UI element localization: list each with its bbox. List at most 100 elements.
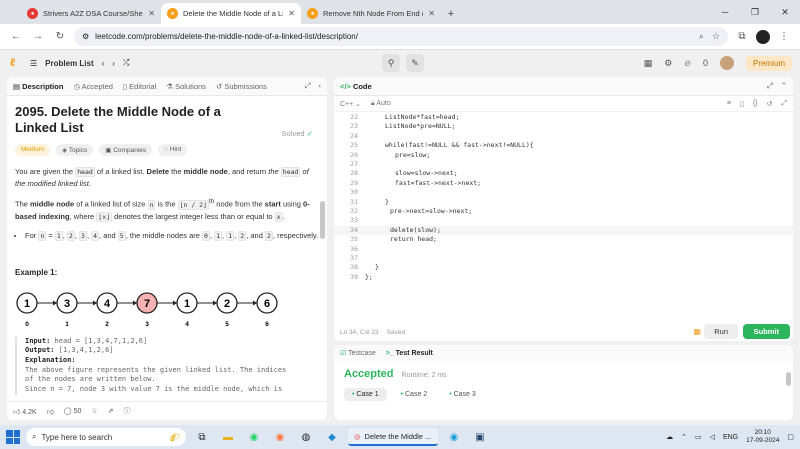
volume-icon[interactable]: ◁ [710, 433, 715, 441]
reload-icon[interactable]: ↻ [52, 29, 68, 45]
companies-badge[interactable]: ▣ Companies [99, 144, 153, 156]
tab-description[interactable]: ▤ Description [13, 82, 63, 91]
profile-avatar[interactable] [756, 29, 770, 44]
topics-badge[interactable]: ◈ Topics [56, 144, 94, 156]
browser-tab-2[interactable]: ● Remove Nth Node From End of ✕ [301, 3, 441, 24]
notification-icon[interactable]: ▢ [787, 433, 794, 441]
submit-button[interactable]: Submit [742, 324, 790, 339]
problem-list-icon[interactable]: ☰ [30, 59, 37, 68]
case-tab-1[interactable]: • Case 1 [344, 388, 387, 401]
like-button[interactable]: 👍︎ 4.2K [13, 407, 37, 416]
bookmark-star-icon[interactable]: ☆ [712, 31, 720, 42]
briefcase-icon: ▣ [105, 147, 112, 154]
close-icon[interactable]: ✕ [148, 9, 155, 18]
github-icon[interactable]: ◍ [296, 428, 316, 446]
debug-icon[interactable]: ⚲ [382, 54, 400, 72]
notes-icon[interactable]: ✎ [406, 54, 424, 72]
braces-icon[interactable]: {} [753, 100, 758, 108]
url-field[interactable]: ⚙ leetcode.com/problems/delete-the-middl… [74, 27, 728, 46]
node-index: 1 [65, 321, 69, 328]
file-explorer-icon[interactable]: ▬ [218, 428, 238, 446]
zoom-icon[interactable]: ⌕ [699, 31, 704, 42]
fullscreen-icon[interactable]: ⤢ [781, 100, 787, 108]
premium-button[interactable]: Premium [745, 55, 792, 71]
close-icon[interactable]: ✕ [288, 9, 295, 18]
list-icon[interactable]: ≡ [727, 100, 731, 108]
hint-badge[interactable]: ◌ Hint [158, 144, 188, 156]
expand-icon[interactable]: ⤢ [305, 81, 311, 91]
code-line: } [375, 263, 379, 272]
network-icon[interactable]: ▭ [695, 433, 702, 441]
edge-icon[interactable]: ◉ [444, 428, 464, 446]
reset-icon[interactable]: ↺ [767, 100, 773, 108]
bookmark-icon[interactable]: ▯ [740, 100, 744, 108]
firefox-icon[interactable]: ◉ [270, 428, 290, 446]
taskbar-chrome-window[interactable]: ◎ Delete the Middle ... [348, 428, 438, 446]
leetcode-logo-icon[interactable]: ℓ [10, 57, 22, 69]
user-avatar[interactable] [719, 56, 734, 70]
problem-list-link[interactable]: Problem List [45, 59, 93, 68]
chevron-up-icon[interactable]: ⌃ [681, 433, 687, 441]
share-icon[interactable]: ⇗ [108, 407, 114, 415]
close-icon[interactable]: ✕ [428, 9, 435, 18]
code-editor[interactable]: 22 ListNode*fast=head; 23 ListNode*pre=NULL… [334, 112, 793, 324]
close-window-icon[interactable]: ✕ [770, 0, 800, 24]
case-tab-3[interactable]: • Case 3 [441, 388, 484, 401]
collapse-icon[interactable]: ⌃ [781, 81, 787, 91]
settings-icon[interactable]: ⚙ [664, 58, 672, 69]
app-icon[interactable]: ▣ [470, 428, 490, 446]
extensions-icon[interactable]: ⧉ [734, 29, 750, 45]
difficulty-badge[interactable]: Medium [15, 144, 51, 156]
clock[interactable]: 20:10 17-09-2024 [746, 429, 779, 445]
tab-editorial[interactable]: ▯ Editorial [123, 82, 156, 91]
new-tab-button[interactable]: + [441, 3, 461, 24]
dislike-icon[interactable]: 👎︎ [47, 407, 54, 416]
next-problem-icon[interactable]: › [112, 59, 115, 68]
shuffle-icon[interactable]: ⤮ [123, 58, 129, 68]
minimize-icon[interactable]: ─ [710, 0, 740, 24]
task-view-icon[interactable]: ⧉ [192, 428, 212, 446]
tab-accepted[interactable]: ◷ Accepted [73, 82, 113, 91]
weather-icon[interactable]: ☁ [666, 433, 673, 441]
console-icon[interactable]: ▦ [693, 327, 701, 336]
favorite-star-icon[interactable]: ☆ [91, 407, 97, 415]
language-indicator[interactable]: ENG [723, 434, 738, 441]
comments-button[interactable]: ◯ 50 [64, 407, 82, 415]
taskbar-search[interactable]: ⌕ Type here to search 🌮︎ [26, 428, 186, 446]
streak-icon[interactable]: 🔥︎ [684, 58, 691, 69]
layout-icon[interactable]: ▦ [644, 58, 653, 69]
tab-test-result[interactable]: >_ Test Result [386, 350, 433, 357]
code: 2 [238, 230, 247, 241]
vscode-icon[interactable]: ◆ [322, 428, 342, 446]
back-icon[interactable]: ← [8, 29, 24, 45]
help-icon[interactable]: ⓘ [124, 406, 131, 416]
expand-icon[interactable]: ⤢ [767, 81, 773, 91]
tab-testcase[interactable]: ☑ Testcase [340, 349, 376, 357]
page-title: 2095. Delete the Middle Node of a Linked… [15, 104, 221, 135]
menu-icon[interactable]: ⋮ [776, 29, 792, 45]
browser-tab-1[interactable]: ● Delete the Middle Node of a Li ✕ [161, 3, 301, 24]
autocomplete-mode[interactable]: 🔒︎ Auto [371, 100, 391, 108]
run-button[interactable]: Run [704, 324, 738, 339]
prev-problem-icon[interactable]: ‹ [102, 59, 105, 68]
collapse-icon[interactable]: ‹ [319, 81, 322, 91]
code-line: ListNode*fast=head; [385, 113, 460, 121]
leetcode-navbar: ℓ ☰ Problem List ‹ › ⤮ ⚲ ✎ ▦ ⚙ 🔥︎ 0 Prem… [0, 50, 800, 76]
solved-status: Solved ✓ [282, 129, 313, 138]
maximize-icon[interactable]: ❐ [740, 0, 770, 24]
description-scrollbar[interactable] [320, 201, 325, 239]
tab-submissions[interactable]: ↺ Submissions [216, 82, 267, 91]
tab-code[interactable]: </> Code [340, 82, 372, 91]
whatsapp-icon[interactable]: ◉ [244, 428, 264, 446]
code-line: pre->next=slow->next; [390, 207, 473, 215]
tab-solutions[interactable]: ⚗ Solutions [166, 82, 206, 91]
windows-start-icon[interactable] [6, 430, 20, 444]
search-highlight-icon: 🌮︎ [169, 432, 180, 442]
site-info-icon[interactable]: ⚙ [82, 32, 89, 41]
language-select[interactable]: C++ ⌄ [340, 100, 361, 108]
forward-icon[interactable]: → [30, 29, 46, 45]
browser-tab-0[interactable]: ● Strivers A2Z DSA Course/Sheet ✕ [21, 3, 161, 24]
case-tab-2[interactable]: • Case 2 [393, 388, 436, 401]
node-index: 0 [25, 321, 29, 328]
result-scrollbar[interactable] [786, 372, 791, 386]
